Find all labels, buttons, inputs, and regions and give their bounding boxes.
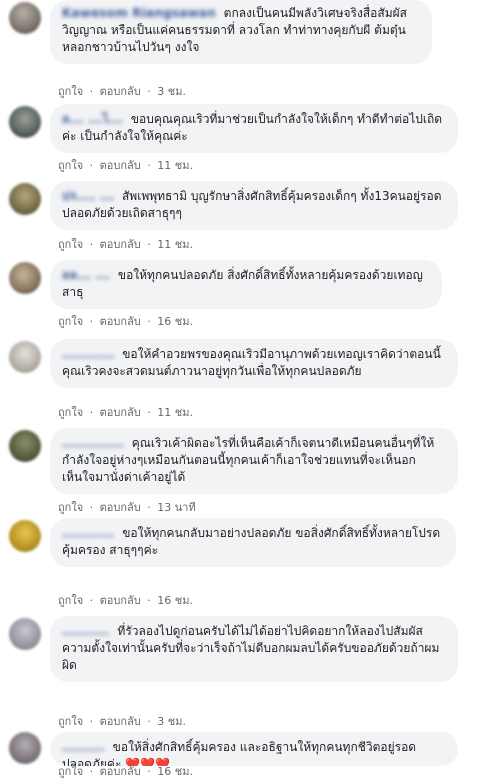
reply-link[interactable]: ตอบกลับ xyxy=(100,238,141,251)
meta-separator: · xyxy=(147,85,151,98)
comment-text: สัพเพพุทธามิ บุญรักษาสิ่งศักสิทธิ์คุ้มคร… xyxy=(62,189,442,220)
comment-text: ขอให้ทุกคนกลับมาอย่างปลอดภัย ขอสิ่งศักดิ… xyxy=(62,526,441,557)
comment-author[interactable]: ล... ...ไ... xyxy=(62,112,123,126)
reply-link[interactable]: ตอบกลับ xyxy=(100,85,141,98)
reply-link[interactable]: ตอบกลับ xyxy=(100,315,141,328)
comment-bubble: .......... ที่รัวลองไปดูก่อนครับได้ไม่ได… xyxy=(50,616,458,682)
like-link[interactable]: ถูกใจ xyxy=(58,715,83,728)
meta-separator: · xyxy=(89,715,94,728)
meta-separator: · xyxy=(147,238,151,251)
meta-separator: · xyxy=(147,765,151,778)
meta-separator: · xyxy=(89,765,94,778)
avatar[interactable] xyxy=(9,2,41,34)
reply-link[interactable]: ตอบกลับ xyxy=(100,501,141,514)
avatar[interactable] xyxy=(9,106,41,138)
comment-time[interactable]: 3 ชม. xyxy=(157,715,186,728)
comment-meta: ถูกใจ · ตอบกลับ · 3 ชม. xyxy=(58,712,186,730)
comment-time[interactable]: 16 ชม. xyxy=(157,315,193,328)
reply-link[interactable]: ตอบกลับ xyxy=(100,715,141,728)
meta-separator: · xyxy=(147,715,151,728)
comment-meta: ถูกใจ · ตอบกลับ · 11 ชม. xyxy=(58,156,193,174)
meta-separator: · xyxy=(147,315,151,328)
comment-time[interactable]: 16 ชม. xyxy=(157,594,193,607)
avatar[interactable] xyxy=(9,341,41,373)
comment-bubble: ......... ขอให้สิ่งศักสิทธิ์คุ้มครอง และ… xyxy=(50,732,458,766)
comment-time[interactable]: 13 นาที xyxy=(157,501,195,514)
meta-separator: · xyxy=(89,594,94,607)
comment-author[interactable]: Kawesom Riangsawan xyxy=(62,6,216,20)
reply-link[interactable]: ตอบกลับ xyxy=(100,594,141,607)
comment-meta: ถูกใจ · ตอบกลับ · 13 นาที xyxy=(58,498,196,516)
like-link[interactable]: ถูกใจ xyxy=(58,501,83,514)
meta-separator: · xyxy=(89,85,94,98)
meta-separator: · xyxy=(89,159,94,172)
comment-meta: ถูกใจ · ตอบกลับ · 3 ชม. xyxy=(58,82,186,100)
avatar[interactable] xyxy=(9,262,41,294)
avatar[interactable] xyxy=(9,618,41,650)
comment-text: ขอให้ทุกคนปลอดภัย สิ่งศักดิ์สิทธิ์ทั้งหล… xyxy=(62,268,423,299)
meta-separator: · xyxy=(89,238,94,251)
like-link[interactable]: ถูกใจ xyxy=(58,315,83,328)
meta-separator: · xyxy=(147,501,151,514)
comment-meta: ถูกใจ · ตอบกลับ · 11 ชม. xyxy=(58,403,193,421)
comment-author[interactable]: ......... xyxy=(62,740,105,754)
comment-bubble: ลล... ... ขอให้ทุกคนปลอดภัย สิ่งศักดิ์สิ… xyxy=(50,260,442,309)
like-link[interactable]: ถูกใจ xyxy=(58,406,83,419)
meta-separator: · xyxy=(147,594,151,607)
comment-time[interactable]: 11 ชม. xyxy=(157,159,193,172)
comment-bubble: ........... ขอให้ทุกคนกลับมาอย่างปลอดภัย… xyxy=(50,518,456,567)
meta-separator: · xyxy=(89,501,94,514)
comment-time[interactable]: 11 ชม. xyxy=(157,238,193,251)
comment-meta: ถูกใจ · ตอบกลับ · 16 ชม. xyxy=(58,762,193,780)
meta-separator: · xyxy=(147,159,151,172)
like-link[interactable]: ถูกใจ xyxy=(58,85,83,98)
comment-bubble: ปร.... ... สัพเพพุทธามิ บุญรักษาสิ่งศักส… xyxy=(50,181,458,230)
meta-separator: · xyxy=(89,406,94,419)
like-link[interactable]: ถูกใจ xyxy=(58,594,83,607)
like-link[interactable]: ถูกใจ xyxy=(58,238,83,251)
avatar[interactable] xyxy=(9,520,41,552)
like-link[interactable]: ถูกใจ xyxy=(58,159,83,172)
reply-link[interactable]: ตอบกลับ xyxy=(100,765,141,778)
comment-bubble: Kawesom Riangsawan ตกลงเป็นคนมีพลังวิเศษ… xyxy=(50,0,432,64)
comment-author[interactable]: ปร.... ... xyxy=(62,189,114,203)
avatar[interactable] xyxy=(9,430,41,462)
comment-thread: Kawesom Riangsawan ตกลงเป็นคนมีพลังวิเศษ… xyxy=(0,0,496,778)
comment-text: ขอให้คำอวยพรของคุณเริวมีอานุภาพด้วยเทอญเ… xyxy=(62,347,441,378)
comment-bubble: ล... ...ไ... ขอบคุณคุณเริวที่มาช่วยเป็นก… xyxy=(50,104,458,153)
comment-author[interactable]: ............. xyxy=(62,436,124,450)
comment-meta: ถูกใจ · ตอบกลับ · 16 ชม. xyxy=(58,591,193,609)
comment-author[interactable]: ........... xyxy=(62,347,114,361)
comment-bubble: ............. คุณเริวเค้าผิดอะไรที่เห็นค… xyxy=(50,428,458,494)
comment-time[interactable]: 16 ชม. xyxy=(157,765,193,778)
comment-time[interactable]: 3 ชม. xyxy=(157,85,186,98)
meta-separator: · xyxy=(89,315,94,328)
avatar[interactable] xyxy=(9,183,41,215)
comment-bubble: ........... ขอให้คำอวยพรของคุณเริวมีอานุ… xyxy=(50,339,458,388)
meta-separator: · xyxy=(147,406,151,419)
reply-link[interactable]: ตอบกลับ xyxy=(100,159,141,172)
comment-time[interactable]: 11 ชม. xyxy=(157,406,193,419)
comment-author[interactable]: ลล... ... xyxy=(62,268,110,282)
comment-meta: ถูกใจ · ตอบกลับ · 11 ชม. xyxy=(58,235,193,253)
comment-author[interactable]: ........... xyxy=(62,526,114,540)
like-link[interactable]: ถูกใจ xyxy=(58,765,83,778)
comment-meta: ถูกใจ · ตอบกลับ · 16 ชม. xyxy=(58,312,193,330)
comment-text: ที่รัวลองไปดูก่อนครับได้ไม่ได้อย่าไปคิดอ… xyxy=(62,624,440,672)
comment-author[interactable]: .......... xyxy=(62,624,110,638)
reply-link[interactable]: ตอบกลับ xyxy=(100,406,141,419)
avatar[interactable] xyxy=(9,732,41,764)
